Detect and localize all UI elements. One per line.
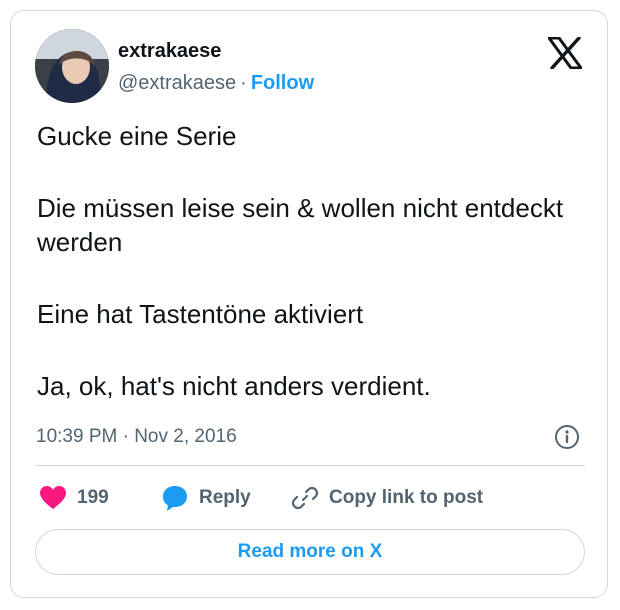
- reply-label: Reply: [199, 487, 251, 508]
- copy-link-button[interactable]: Copy link to post: [291, 483, 483, 513]
- reply-button[interactable]: Reply: [161, 483, 251, 513]
- info-icon[interactable]: [554, 424, 580, 450]
- divider: [35, 465, 585, 466]
- tweet-text: Gucke eine Serie Die müssen leise sein &…: [37, 119, 587, 403]
- read-more-button[interactable]: Read more on X: [35, 529, 585, 575]
- author-display-name[interactable]: extrakaese: [118, 39, 221, 63]
- avatar[interactable]: [35, 29, 109, 103]
- tweet-paragraph: Gucke eine Serie: [37, 121, 237, 151]
- tweet-paragraph: Ja, ok, hat's nicht anders verdient.: [37, 371, 431, 401]
- tweet-card: extrakaese @extrakaese · Follow Gucke eine…: [10, 10, 608, 598]
- action-bar: 199 Reply Copy link to post: [39, 483, 589, 513]
- tweet-paragraph: Die müssen leise sein & wollen nicht ent…: [37, 193, 564, 257]
- separator-dot: ·: [240, 72, 247, 94]
- author-handle-row: @extrakaese · Follow: [118, 71, 314, 95]
- tweet-paragraph: Eine hat Tastentöne aktiviert: [37, 299, 364, 329]
- reply-bubble-icon: [163, 486, 187, 511]
- link-icon: [291, 486, 319, 510]
- copy-link-label: Copy link to post: [329, 487, 484, 508]
- read-more-label: Read more on X: [237, 541, 383, 562]
- like-count: 199: [77, 487, 109, 508]
- heart-icon: [40, 486, 66, 509]
- follow-button[interactable]: Follow: [251, 72, 314, 94]
- like-button[interactable]: 199: [39, 483, 109, 513]
- avatar-image: [35, 29, 109, 103]
- tweet-timestamp[interactable]: 10:39 PM · Nov 2, 2016: [36, 425, 237, 449]
- author-handle[interactable]: @extrakaese: [118, 72, 236, 94]
- x-logo-icon[interactable]: [548, 37, 582, 69]
